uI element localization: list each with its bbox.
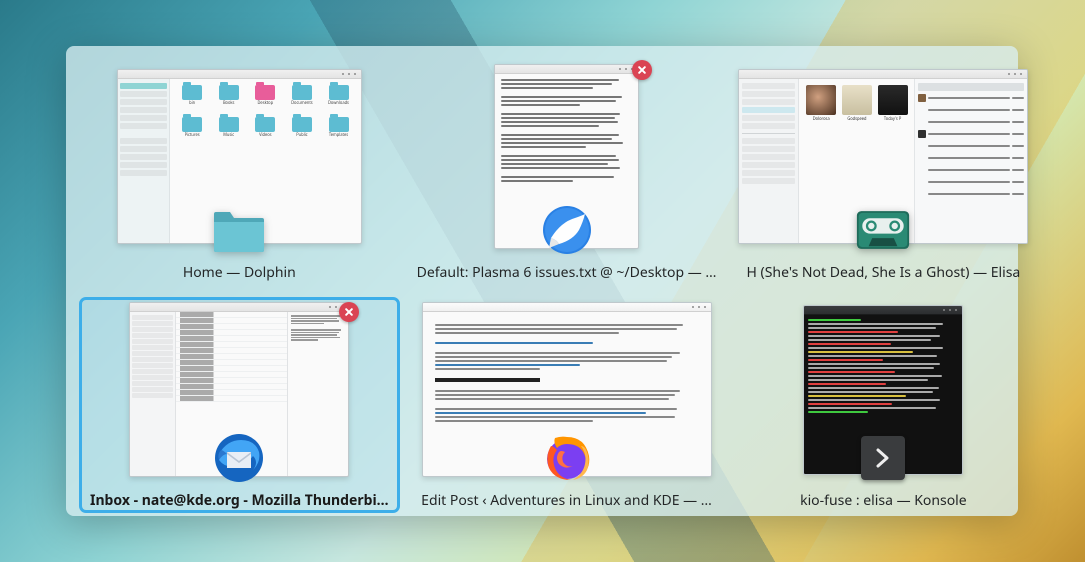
window-title-label: H (She's Not Dead, She Is a Ghost) — Eli… [741, 261, 1027, 284]
window-thumbnail: Dolorosa Godspeed Today's P [738, 64, 1028, 249]
folder-label: Videos [259, 133, 271, 138]
window-title-label: Default: Plasma 6 issues.txt @ ~/Desktop… [411, 261, 723, 284]
window-tile-elisa[interactable]: Dolorosa Godspeed Today's P [734, 60, 1032, 284]
window-tile-konsole[interactable]: kio-fuse : elisa — Konsole [734, 298, 1032, 512]
window-tile-thunderbird[interactable]: Inbox - nate@kde.org - Mozilla Thunderbi… [80, 298, 399, 512]
album-label: Today's P [884, 117, 901, 122]
folder-label: Music [223, 133, 234, 138]
firefox-icon [540, 431, 594, 485]
window-title-label: Edit Post ‹ Adventures in Linux and KDE … [415, 489, 718, 512]
kate-icon [540, 203, 594, 257]
folder-label: Pictures [185, 133, 200, 138]
blog-heading [435, 378, 541, 382]
window-tile-dolphin[interactable]: bin Books Desktop Documents Downloads Pi… [80, 60, 399, 284]
album-label: Dolorosa [813, 117, 830, 122]
close-icon[interactable] [632, 60, 652, 80]
folder-label: Templates [329, 133, 348, 138]
window-title-label: kio-fuse : elisa — Konsole [794, 489, 973, 512]
window-thumbnail [411, 302, 723, 477]
task-switcher-panel: bin Books Desktop Documents Downloads Pi… [66, 46, 1018, 516]
window-tile-kate[interactable]: Default: Plasma 6 issues.txt @ ~/Desktop… [407, 60, 727, 284]
folder-label: Documents [291, 101, 313, 106]
window-thumbnail [738, 302, 1028, 477]
window-thumbnail [411, 64, 723, 249]
folder-label: Public [296, 133, 307, 138]
terminal-icon [856, 431, 910, 485]
close-icon[interactable] [339, 302, 359, 322]
thunderbird-icon [212, 431, 266, 485]
folder-label: Downloads [328, 101, 349, 106]
window-tile-firefox[interactable]: Edit Post ‹ Adventures in Linux and KDE … [407, 298, 727, 512]
window-thumbnail: bin Books Desktop Documents Downloads Pi… [84, 64, 395, 249]
cassette-icon [856, 203, 910, 257]
window-title-label: Inbox - nate@kde.org - Mozilla Thunderbi… [84, 489, 395, 512]
folder-label: Desktop [258, 101, 274, 106]
folder-label: Books [223, 101, 235, 106]
folder-icon [212, 203, 266, 257]
folder-label: bin [189, 101, 195, 106]
album-label: Godspeed [847, 117, 866, 122]
window-title-label: Home — Dolphin [177, 261, 302, 284]
window-thumbnail [84, 302, 395, 477]
